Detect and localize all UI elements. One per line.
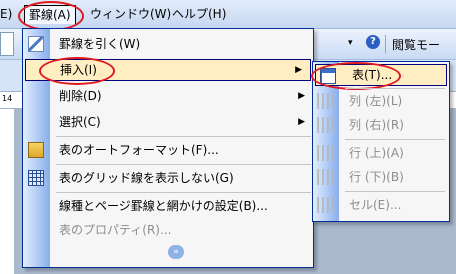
menu-help[interactable]: ヘルプ(H) (172, 5, 226, 23)
menu-item-insert[interactable]: 挿入(I) ▶ (25, 59, 311, 81)
submenu-item-column-left: 列 (左)(L) (313, 90, 449, 112)
insert-cell-icon (317, 197, 333, 213)
menu-item-label: 表のグリッド線を表示しない(G) (59, 171, 234, 185)
menu-item-label: 線種とページ罫線と網かけの設定(B)... (59, 199, 268, 213)
reading-mode-button[interactable]: 閲覧モー (392, 36, 440, 53)
menu-item-label: 表のプロパティ(R)... (59, 223, 172, 237)
insert-submenu: 表(T)... 列 (左)(L) 列 (右)(R) 行 (上)(A) 行 (下)… (311, 61, 450, 222)
help-icon[interactable]: ? (366, 35, 380, 49)
menu-separator (56, 192, 311, 193)
document-page-edge (0, 109, 14, 274)
submenu-item-label: 列 (左)(L) (349, 94, 403, 108)
menu-item-hide-gridlines[interactable]: 表のグリッド線を表示しない(G) (23, 167, 313, 189)
menu-item-select[interactable]: 選択(C) ▶ (23, 111, 313, 133)
keisen-menu: 罫線を引く(W) 挿入(I) ▶ 削除(D) ▶ 選択(C) ▶ 表のオートフォ… (22, 28, 314, 268)
submenu-item-label: 行 (下)(B) (349, 170, 404, 184)
submenu-item-label: 列 (右)(R) (349, 118, 404, 132)
toolbar-divider (385, 35, 386, 53)
submenu-arrow-icon: ▶ (298, 117, 305, 127)
submenu-item-row-below: 行 (下)(B) (313, 166, 449, 188)
submenu-item-label: 行 (上)(A) (349, 146, 404, 160)
dropdown-arrow-icon[interactable]: ▾ (348, 38, 353, 48)
submenu-item-cell: セル(E)... (313, 194, 449, 216)
menu-item-autoformat[interactable]: 表のオートフォーマット(F)... (23, 139, 313, 161)
menu-separator (56, 136, 311, 137)
insert-row-below-icon (317, 169, 333, 185)
submenu-separator (345, 191, 445, 192)
menu-item-label: 表のオートフォーマット(F)... (59, 143, 219, 157)
menu-keisen[interactable]: 罫線(A) (24, 5, 76, 24)
grid-icon (28, 170, 44, 186)
menu-item-label: 選択(C) (59, 115, 101, 129)
menu-item-label: 罫線を引く(W) (59, 37, 141, 51)
submenu-arrow-icon: ▶ (295, 65, 302, 75)
menu-edit-partial[interactable]: E) (0, 5, 12, 23)
insert-column-right-icon (317, 117, 333, 133)
insert-row-above-icon (317, 145, 333, 161)
menu-separator (56, 164, 311, 165)
autoformat-icon (28, 142, 44, 158)
ruler-mark: 14 (2, 94, 13, 103)
submenu-separator (345, 139, 445, 140)
menu-window[interactable]: ウィンドウ(W) (90, 5, 171, 23)
submenu-item-row-above: 行 (上)(A) (313, 142, 449, 164)
submenu-item-table[interactable]: 表(T)... (315, 64, 447, 86)
table-icon (320, 68, 336, 84)
insert-column-left-icon (317, 93, 333, 109)
menu-item-delete[interactable]: 削除(D) ▶ (23, 85, 313, 107)
menu-item-table-properties: 表のプロパティ(R)... (23, 219, 313, 241)
menu-bar: E) 罫線(A) ウィンドウ(W) ヘルプ(H) (0, 0, 456, 29)
submenu-item-label: 表(T)... (352, 68, 393, 82)
menu-item-draw-borders[interactable]: 罫線を引く(W) (23, 33, 313, 55)
submenu-item-label: セル(E)... (349, 198, 402, 212)
submenu-arrow-icon: ▶ (298, 91, 305, 101)
toolbar-field-edge (0, 32, 14, 56)
submenu-item-column-right: 列 (右)(R) (313, 114, 449, 136)
submenu-separator (345, 88, 445, 89)
expand-menu-icon[interactable]: » (168, 245, 184, 259)
menu-item-label: 削除(D) (59, 89, 102, 103)
menu-item-label: 挿入(I) (60, 63, 97, 77)
menu-item-borders-shading[interactable]: 線種とページ罫線と網かけの設定(B)... (23, 195, 313, 217)
pen-icon (28, 36, 44, 52)
